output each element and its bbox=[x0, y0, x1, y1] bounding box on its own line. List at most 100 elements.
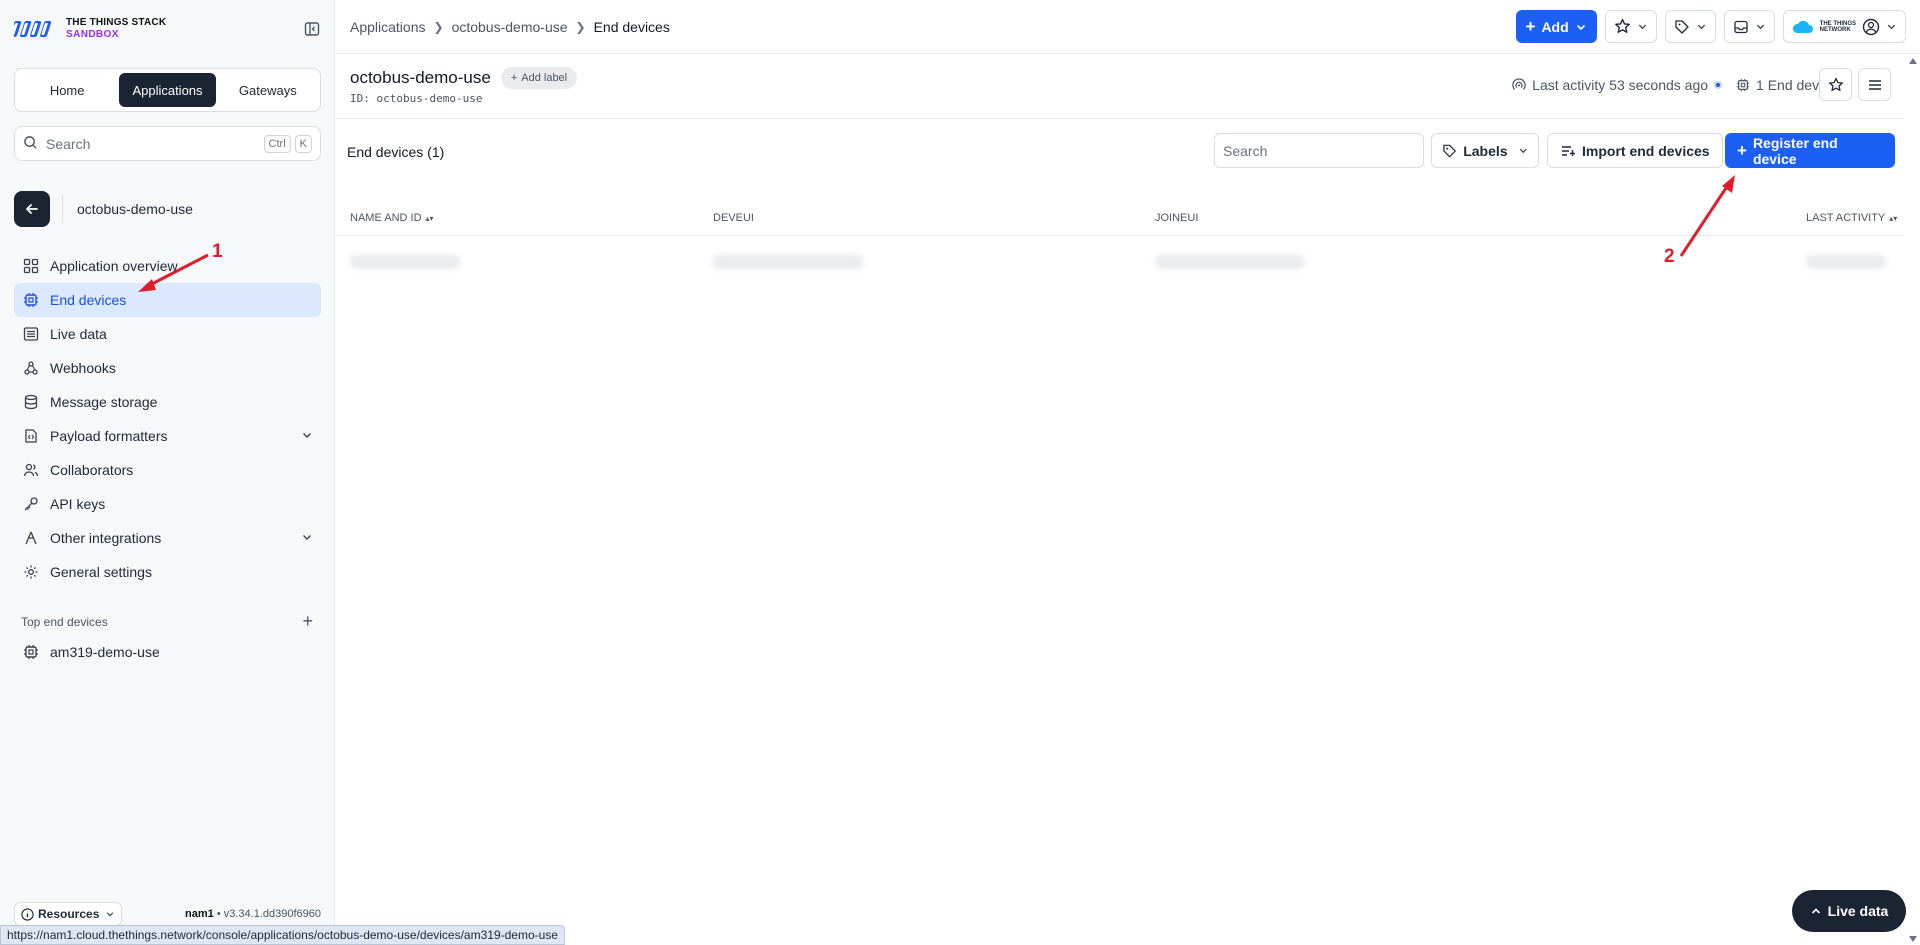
sidebar-item-live-data[interactable]: Live data bbox=[14, 317, 321, 351]
gear-icon bbox=[22, 563, 40, 581]
code-file-icon bbox=[22, 427, 40, 445]
tab-gateways[interactable]: Gateways bbox=[220, 73, 316, 107]
sidebar-item-label: Message storage bbox=[50, 394, 158, 410]
chip-icon bbox=[22, 643, 40, 661]
blurred-activity-cell bbox=[1806, 255, 1886, 269]
sidebar-item-application-overview[interactable]: Application overview bbox=[14, 249, 321, 283]
sidebar-item-payload-formatters[interactable]: Payload formatters bbox=[14, 419, 321, 453]
tab-applications[interactable]: Applications bbox=[119, 73, 216, 107]
scroll-down-icon[interactable] bbox=[1909, 936, 1917, 942]
app-id-value: octobus-demo-use bbox=[376, 92, 483, 105]
kbd-ctrl: Ctrl bbox=[263, 134, 291, 153]
import-end-devices-button[interactable]: Import end devices bbox=[1547, 133, 1723, 168]
sidebar-item-label: Other integrations bbox=[50, 530, 162, 546]
bookmarks-dropdown[interactable] bbox=[1604, 10, 1657, 43]
chevron-down-icon bbox=[1519, 148, 1527, 154]
add-label: Add bbox=[1541, 18, 1569, 35]
col-last-activity[interactable]: LAST ACTIVITY ▴▾ bbox=[1806, 212, 1897, 224]
main-nav-tabs: Home Applications Gateways bbox=[14, 68, 321, 112]
user-avatar-icon bbox=[1862, 18, 1880, 35]
scroll-up-icon[interactable] bbox=[1909, 58, 1917, 64]
app-header: octobus-demo-use + Add label ID: octobus-… bbox=[336, 55, 1904, 119]
webhook-icon bbox=[22, 359, 40, 377]
add-button[interactable]: + Add bbox=[1515, 10, 1597, 43]
inbox-dropdown[interactable] bbox=[1723, 10, 1775, 43]
search-placeholder: Search bbox=[46, 135, 91, 152]
account-dropdown[interactable]: THE THINGS NETWORK bbox=[1782, 10, 1906, 43]
blurred-name-cell bbox=[350, 255, 460, 269]
kbd-k: K bbox=[294, 134, 312, 153]
sidebar-item-message-storage[interactable]: Message storage bbox=[14, 385, 321, 419]
chevron-right-icon: ❯ bbox=[433, 19, 444, 34]
sidebar-search-input[interactable]: Search Ctrl K bbox=[14, 126, 321, 161]
sidebar-item-label: End devices bbox=[50, 292, 127, 308]
col-deveui: DEVEUI bbox=[713, 212, 754, 224]
add-label-button[interactable]: + Add label bbox=[500, 67, 578, 89]
status-dot bbox=[1714, 81, 1723, 89]
sidebar: THE THINGS STACK SANDBOX Home Applicatio… bbox=[0, 0, 335, 945]
sidebar-item-label: Application overview bbox=[50, 258, 178, 274]
breadcrumb-app[interactable]: octobus-demo-use bbox=[452, 19, 568, 35]
devices-search-input[interactable]: Search bbox=[1214, 133, 1424, 168]
col-last-activity-label: LAST ACTIVITY bbox=[1806, 212, 1886, 224]
logo-row: THE THINGS STACK SANDBOX bbox=[10, 14, 321, 44]
chip-icon bbox=[22, 291, 40, 309]
live-data-label: Live data bbox=[1827, 903, 1889, 919]
sidebar-collapse-icon[interactable] bbox=[303, 20, 321, 38]
back-button[interactable] bbox=[14, 191, 50, 227]
blurred-joineui-cell bbox=[1155, 255, 1305, 269]
resources-button[interactable]: Resources bbox=[14, 902, 123, 926]
tts-logo-icon[interactable] bbox=[10, 17, 60, 41]
cluster-name: nam1 bbox=[185, 908, 214, 920]
sidebar-item-general-settings[interactable]: General settings bbox=[14, 555, 321, 589]
app-name: octobus-demo-use bbox=[77, 201, 193, 217]
top-device-item[interactable]: am319-demo-use bbox=[14, 635, 321, 669]
add-icon[interactable]: + bbox=[302, 611, 313, 632]
chevron-down-icon[interactable] bbox=[301, 428, 313, 444]
tab-home[interactable]: Home bbox=[19, 73, 115, 107]
breadcrumb-applications[interactable]: Applications bbox=[350, 19, 426, 35]
chevron-down-icon bbox=[1697, 24, 1705, 30]
sidebar-item-webhooks[interactable]: Webhooks bbox=[14, 351, 321, 385]
chevron-down-icon[interactable] bbox=[301, 530, 313, 546]
last-activity-text: Last activity 53 seconds ago bbox=[1532, 77, 1709, 93]
chevron-right-icon: ❯ bbox=[575, 19, 586, 34]
sort-icon: ▴▾ bbox=[425, 213, 434, 223]
col-deveui-label: DEVEUI bbox=[713, 212, 754, 224]
col-name-label: NAME AND ID bbox=[350, 212, 422, 224]
bookmark-button[interactable] bbox=[1819, 68, 1852, 101]
sidebar-item-other-integrations[interactable]: Other integrations bbox=[14, 521, 321, 555]
app-id: ID: octobus-demo-use bbox=[350, 92, 482, 105]
list-icon bbox=[22, 325, 40, 343]
sidebar-item-label: API keys bbox=[50, 496, 106, 512]
ttn-line1: THE THINGS bbox=[1819, 20, 1856, 27]
ttn-line2: NETWORK bbox=[1819, 26, 1851, 33]
logo-text: THE THINGS STACK SANDBOX bbox=[66, 17, 166, 41]
sidebar-item-label: Webhooks bbox=[50, 360, 116, 376]
grid-icon bbox=[22, 257, 40, 275]
col-name-and-id[interactable]: NAME AND ID ▴▾ bbox=[350, 212, 434, 224]
plus-icon: + bbox=[1525, 16, 1536, 36]
sort-icon: ▴▾ bbox=[1889, 213, 1898, 223]
annotation-label-2: 2 bbox=[1664, 246, 1675, 267]
live-data-toggle-button[interactable]: Live data bbox=[1792, 890, 1906, 932]
sidebar-item-label: Live data bbox=[50, 326, 107, 342]
import-list-icon bbox=[1562, 145, 1575, 156]
sidebar-item-end-devices[interactable]: End devices bbox=[14, 283, 321, 317]
labels-btn-label: Labels bbox=[1463, 142, 1508, 159]
sidebar-item-api-keys[interactable]: API keys bbox=[14, 487, 321, 521]
key-icon bbox=[22, 495, 40, 513]
menu-button[interactable] bbox=[1858, 68, 1891, 101]
integration-icon bbox=[22, 529, 40, 547]
sidebar-item-collaborators[interactable]: Collaborators bbox=[14, 453, 321, 487]
labels-dropdown[interactable] bbox=[1664, 10, 1716, 43]
register-end-device-button[interactable]: + Register end device bbox=[1725, 133, 1895, 168]
end-devices-title: End devices (1) bbox=[347, 144, 445, 160]
import-btn-label: Import end devices bbox=[1582, 142, 1710, 159]
sidebar-item-label: Collaborators bbox=[50, 462, 134, 478]
labels-filter-button[interactable]: Labels bbox=[1431, 133, 1539, 168]
blurred-deveui-cell bbox=[713, 255, 863, 269]
plus-icon: + bbox=[1737, 140, 1747, 160]
scrollbar[interactable] bbox=[1906, 55, 1920, 945]
top-device-label: am319-demo-use bbox=[50, 644, 160, 660]
